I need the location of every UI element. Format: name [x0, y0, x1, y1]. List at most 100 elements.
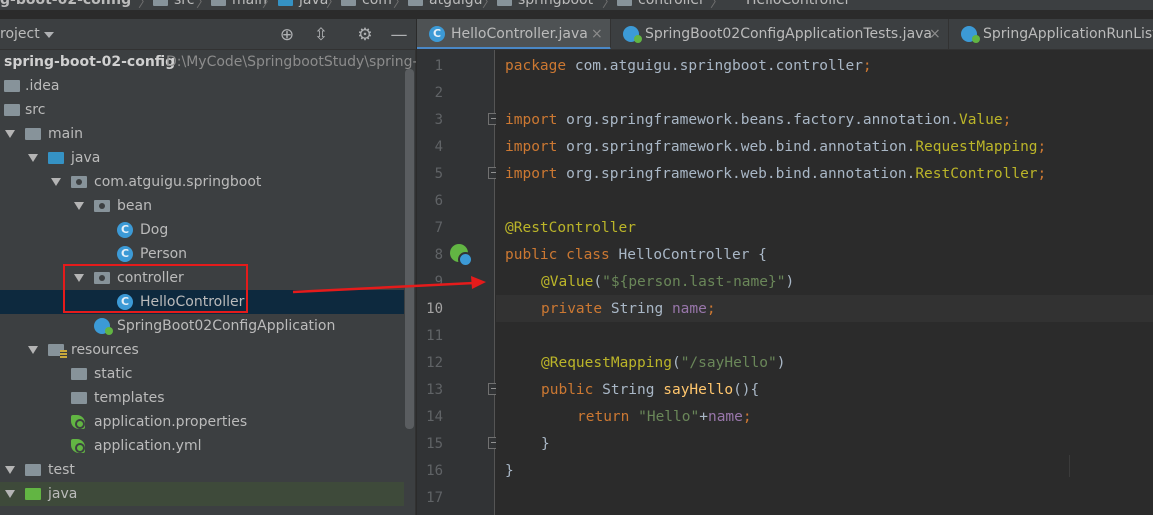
- tree-item[interactable]: java: [0, 146, 404, 170]
- folder-icon: [4, 104, 20, 116]
- tree-item[interactable]: application.yml: [0, 434, 404, 458]
- code-line: @Value("${person.last-name}"): [541, 274, 795, 290]
- minimize-icon[interactable]: —: [389, 25, 409, 45]
- line-number: 7: [434, 220, 443, 236]
- collapse-icon[interactable]: ⇳: [311, 25, 331, 45]
- line-number: 11: [426, 328, 443, 344]
- editor-gutter: 1 2 3 4 5 6 7 8 9 10 11 12 13 14 15 16 1…: [417, 50, 495, 515]
- tree-item-label: bean: [117, 198, 152, 214]
- code-line: public String sayHello(){: [541, 382, 760, 398]
- crosshair-icon[interactable]: ⊕: [277, 25, 297, 45]
- folder-icon: [4, 80, 20, 92]
- breadcrumb-separator: 〉: [326, 0, 340, 11]
- folder-icon: [211, 0, 226, 6]
- close-icon[interactable]: ×: [929, 19, 941, 49]
- breadcrumb-separator: 〉: [393, 0, 407, 11]
- tree-item[interactable]: resources: [0, 338, 404, 362]
- folder-icon: [408, 0, 423, 6]
- class-icon: C: [117, 222, 133, 238]
- module-path: D:\MyCode\SpringbootStudy\spring-: [166, 54, 416, 70]
- breadcrumb-item[interactable]: g-boot-02-config: [0, 0, 131, 8]
- tree-item-label: com.atguigu.springboot: [94, 174, 262, 190]
- tree-item-label: SpringBoot02ConfigApplication: [117, 318, 336, 334]
- tab-springboot02configapplicationtests[interactable]: SpringBoot02ConfigApplicationTests.java …: [611, 19, 949, 49]
- tree-item-label: spring-boot-02-config: [4, 54, 176, 70]
- class-icon: C: [117, 246, 133, 262]
- tree-item[interactable]: src: [0, 98, 404, 122]
- folder-icon: [71, 392, 87, 404]
- expand-arrow-icon[interactable]: [4, 458, 16, 482]
- tree-scrollbar[interactable]: [405, 69, 414, 429]
- chevron-down-icon[interactable]: [44, 32, 54, 38]
- tree-item-label: Person: [140, 246, 188, 262]
- class-icon: [961, 26, 980, 43]
- tree-item[interactable]: .idea: [0, 74, 404, 98]
- breadcrumb-separator: 〉: [262, 0, 276, 11]
- line-number: 9: [434, 274, 443, 290]
- spring-config-icon: [71, 415, 85, 429]
- tree-item[interactable]: C Person: [0, 242, 404, 266]
- tree-item[interactable]: test: [0, 458, 404, 482]
- expand-arrow-icon[interactable]: [27, 146, 39, 170]
- expand-arrow-icon[interactable]: [4, 122, 16, 146]
- breadcrumb-separator: 〉: [482, 0, 496, 11]
- tab-label: SpringApplicationRunList: [983, 26, 1153, 42]
- tree-item[interactable]: spring-boot-02-config D:\MyCode\Springbo…: [0, 50, 416, 74]
- line-number: 1: [434, 58, 443, 74]
- expand-arrow-icon[interactable]: [50, 170, 62, 194]
- tree-item[interactable]: main: [0, 122, 404, 146]
- tree-item[interactable]: SpringBoot02ConfigApplication: [0, 314, 404, 338]
- breadcrumb-item[interactable]: controller: [638, 0, 705, 8]
- line-number: 16: [426, 463, 443, 479]
- tree-item[interactable]: static: [0, 362, 404, 386]
- code-line-current: private String name;: [541, 301, 716, 317]
- breadcrumb-item[interactable]: HelloController: [746, 0, 850, 8]
- breadcrumb-separator: 〉: [710, 0, 724, 11]
- tree-item[interactable]: bean: [0, 194, 404, 218]
- project-panel-header: roject ⊕ ⇳ ⚙ —: [0, 19, 416, 50]
- close-icon[interactable]: ×: [591, 19, 603, 49]
- tree-item[interactable]: C Dog: [0, 218, 404, 242]
- tree-item-label: java: [71, 150, 101, 166]
- package-icon: [94, 200, 110, 212]
- tab-label: HelloController.java: [451, 26, 588, 42]
- expand-arrow-icon[interactable]: [73, 194, 85, 218]
- source-folder-icon: [48, 152, 64, 164]
- tree-item[interactable]: templates: [0, 386, 404, 410]
- folder-icon: [25, 128, 41, 140]
- tree-item-label: .idea: [25, 78, 60, 94]
- code-line: import org.springframework.web.bind.anno…: [505, 166, 1047, 182]
- breadcrumb-item[interactable]: com: [362, 0, 392, 8]
- line-number: 4: [434, 139, 443, 155]
- breadcrumb-item[interactable]: src: [174, 0, 194, 8]
- tree-item[interactable]: java: [0, 482, 404, 506]
- tree-item-label: test: [48, 462, 75, 478]
- folder-icon: [278, 0, 293, 6]
- folder-icon: [71, 368, 87, 380]
- tree-item[interactable]: com.atguigu.springboot: [0, 170, 404, 194]
- spring-boot-class-icon: [94, 318, 113, 335]
- tab-label: SpringBoot02ConfigApplicationTests.java: [645, 26, 933, 42]
- tree-item[interactable]: application.properties: [0, 410, 404, 434]
- highlight-box: [63, 264, 248, 313]
- expand-arrow-icon[interactable]: [4, 482, 16, 506]
- code-line: public class HelloController {: [505, 247, 767, 263]
- breadcrumb-item[interactable]: java: [299, 0, 328, 8]
- editor-tabs: C HelloController.java × SpringBoot02Con…: [417, 19, 1153, 50]
- code-editor[interactable]: package com.atguigu.springboot.controlle…: [496, 50, 1153, 515]
- breadcrumb-separator: 〉: [196, 0, 210, 11]
- tab-hellocontroller[interactable]: C HelloController.java ×: [417, 19, 611, 49]
- code-line: import org.springframework.web.bind.anno…: [505, 139, 1047, 155]
- gear-icon[interactable]: ⚙: [355, 25, 375, 45]
- project-panel-title[interactable]: roject: [0, 26, 40, 42]
- tab-springapplicationrunlist[interactable]: SpringApplicationRunList: [949, 19, 1153, 49]
- expand-arrow-icon[interactable]: [27, 338, 39, 362]
- spring-bean-gutter-icon[interactable]: [450, 244, 473, 267]
- breadcrumb: g-boot-02-config 〉 src 〉 main 〉 java 〉 c…: [0, 0, 1153, 11]
- class-icon: C: [429, 26, 445, 42]
- tree-item-label: application.properties: [94, 414, 248, 430]
- line-number: 15: [426, 436, 443, 452]
- breadcrumb-item[interactable]: atguigu: [429, 0, 482, 8]
- breadcrumb-item[interactable]: springboot: [518, 0, 593, 8]
- folder-icon: [153, 0, 168, 6]
